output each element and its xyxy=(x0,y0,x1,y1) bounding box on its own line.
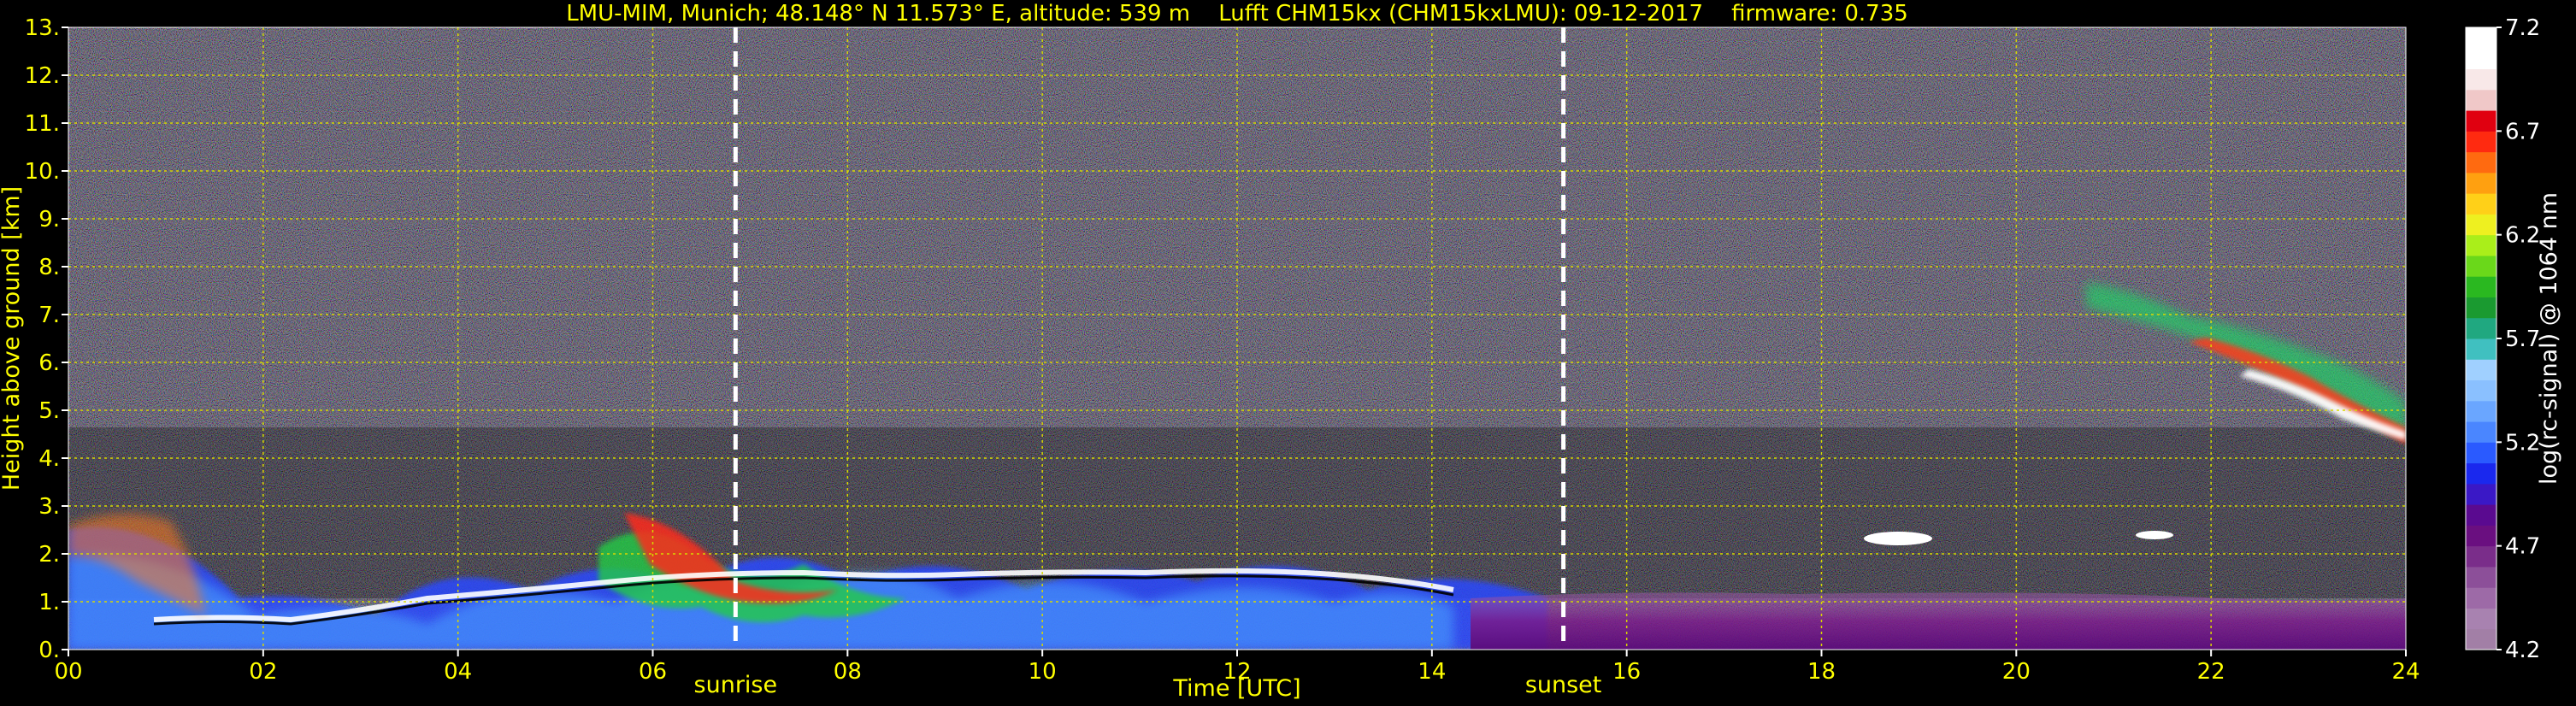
colorbar-tick-label: 4.2 xyxy=(2505,638,2540,663)
y-tick-label: 13. xyxy=(25,15,60,41)
colorbar-swatch xyxy=(2466,608,2496,630)
y-axis-label: Height above ground [km] xyxy=(0,186,25,491)
y-tick-label: 9. xyxy=(38,207,60,232)
y-tick-label: 11. xyxy=(25,111,60,137)
colorbar-swatch xyxy=(2466,400,2496,422)
x-tick-label: 24 xyxy=(2391,659,2420,685)
colorbar-swatch xyxy=(2466,193,2496,215)
colorbar-swatch xyxy=(2466,338,2496,360)
sunrise-label: sunrise xyxy=(694,672,778,698)
colorbar-swatch xyxy=(2466,525,2496,547)
x-tick-label: 02 xyxy=(249,659,277,685)
y-tick-label: 0. xyxy=(38,638,60,663)
colorbar-swatch xyxy=(2466,151,2496,174)
y-tick-label: 12. xyxy=(25,63,60,89)
colorbar-swatch xyxy=(2466,297,2496,319)
x-tick-label: 14 xyxy=(1418,659,1446,685)
y-tick-label: 4. xyxy=(38,446,60,472)
y-tick-label: 10. xyxy=(25,159,60,185)
colorbar-swatch xyxy=(2466,89,2496,111)
small-cloud xyxy=(2136,531,2173,539)
colorbar-label: log(rc-signal) @ 1064 nm xyxy=(2536,192,2562,485)
x-tick-label: 04 xyxy=(444,659,472,685)
ceilometer-chart: sunrise sunset 00 02 04 06 08 10 12 14 16 18 20 22 24… xyxy=(0,1,2562,702)
x-tick-label: 16 xyxy=(1612,659,1641,685)
colorbar-swatch xyxy=(2466,68,2496,91)
colorbar-swatch xyxy=(2466,442,2496,464)
colorbar-swatch xyxy=(2466,214,2496,236)
colorbar-swatch xyxy=(2466,587,2496,609)
x-tick-label: 06 xyxy=(639,659,667,685)
colorbar-swatch xyxy=(2466,359,2496,381)
colorbar-swatch xyxy=(2466,27,2496,49)
colorbar-swatch xyxy=(2466,628,2496,650)
colorbar: 4.24.75.25.76.26.77.2 xyxy=(2465,15,2540,663)
colorbar-swatch xyxy=(2466,172,2496,194)
x-tick-label: 22 xyxy=(2197,659,2225,685)
y-tick-label: 1. xyxy=(38,590,60,615)
colorbar-swatch xyxy=(2466,379,2496,402)
x-tick-label: 10 xyxy=(1029,659,1057,685)
colorbar-swatch xyxy=(2466,504,2496,526)
colorbar-tick-label: 7.2 xyxy=(2505,15,2540,41)
y-tick-label: 8. xyxy=(38,255,60,280)
colorbar-swatch xyxy=(2466,48,2496,70)
colorbar-swatch xyxy=(2466,255,2496,277)
sunset-label: sunset xyxy=(1525,672,1602,698)
x-axis-label: Time [UTC] xyxy=(1172,675,1300,702)
colorbar-tick-label: 4.7 xyxy=(2505,534,2540,560)
y-tick-label: 7. xyxy=(38,303,60,328)
colorbar-tick-label: 6.7 xyxy=(2505,119,2540,144)
colorbar-swatch xyxy=(2466,421,2496,443)
x-tick-label: 18 xyxy=(1807,659,1836,685)
colorbar-swatch xyxy=(2466,131,2496,153)
colorbar-swatch xyxy=(2466,234,2496,256)
y-tick-label: 3. xyxy=(38,494,60,520)
small-cloud xyxy=(1864,532,1932,545)
colorbar-swatch xyxy=(2466,462,2496,485)
chart-title: LMU-MIM, Munich; 48.148° N 11.573° E, al… xyxy=(566,1,1908,26)
colorbar-swatch xyxy=(2466,317,2496,339)
y-tick-label: 6. xyxy=(38,350,60,376)
colorbar-swatch xyxy=(2466,483,2496,505)
y-tick-label: 2. xyxy=(38,542,60,568)
x-tick-label: 08 xyxy=(834,659,862,685)
colorbar-swatch xyxy=(2466,545,2496,568)
y-ticks: 0. 1. 2. 3. 4. 5. 6. 7. 8. 9. 10. 11. 12. 13. xyxy=(25,15,68,663)
colorbar-swatch xyxy=(2466,276,2496,297)
colorbar-swatch xyxy=(2466,566,2496,588)
x-tick-label: 20 xyxy=(2002,659,2031,685)
y-tick-label: 5. xyxy=(38,398,60,424)
colorbar-swatch xyxy=(2466,110,2496,132)
